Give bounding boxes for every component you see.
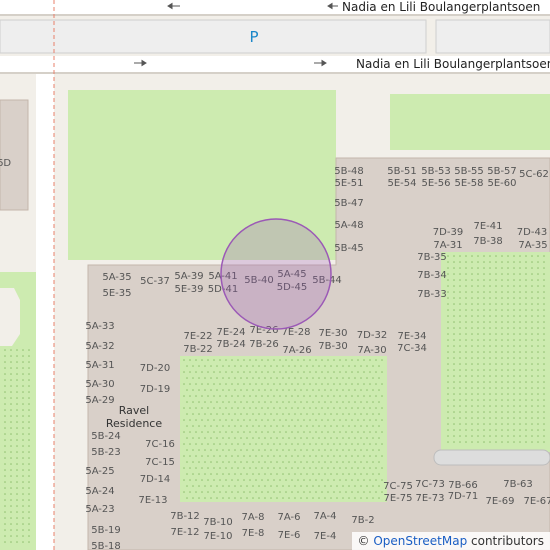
house-number-label: 7D-14 <box>140 474 170 485</box>
house-number-label: 7E-75 <box>383 493 412 504</box>
house-number-label: 7E-73 <box>415 493 444 504</box>
house-number-label: 5A-31 <box>85 360 114 371</box>
house-number-label: 7D-20 <box>140 363 170 374</box>
osm-link[interactable]: OpenStreetMap <box>373 534 467 548</box>
house-number-label: 5A-30 <box>85 379 114 390</box>
house-number-label: 5B-18 <box>91 541 121 550</box>
house-number-label: 7E-10 <box>203 531 232 542</box>
house-number-label: 7E-67 <box>523 496 550 507</box>
house-number-label: 7A-31 <box>433 240 462 251</box>
footpath <box>433 449 550 466</box>
house-number-label: 7B-34 <box>417 270 447 281</box>
house-number-label: 7B-26 <box>249 339 279 350</box>
parking-area <box>0 19 427 54</box>
house-number-label: 7E-30 <box>318 328 347 339</box>
house-number-label: 7D-43 <box>517 227 547 238</box>
house-number-label: 7B-38 <box>473 236 503 247</box>
house-number-label: 5A-32 <box>85 341 114 352</box>
house-number-label: 7E-13 <box>138 495 167 506</box>
house-number-label: 5E-54 <box>387 178 416 189</box>
house-number-label: 5E-51 <box>334 178 363 189</box>
house-number-label: 7C-75 <box>383 481 413 492</box>
house-number-label: 5A-23 <box>85 504 114 515</box>
house-number-label: 5A-29 <box>85 395 114 406</box>
house-number-label: 5A-35 <box>102 272 131 283</box>
house-number-label: 7D-71 <box>448 491 478 502</box>
place-label-ravel: Ravel <box>119 404 149 417</box>
attribution-suffix: contributors <box>471 534 544 548</box>
house-number-label: 7A-8 <box>242 512 265 523</box>
house-number-label: 5B-51 <box>387 166 417 177</box>
house-number-label: 5A-48 <box>334 220 363 231</box>
house-number-label: 7B-22 <box>183 344 213 355</box>
house-number-label: 7D-19 <box>140 384 170 395</box>
house-number-label: 7C-73 <box>415 479 445 490</box>
house-number-label: 5A-33 <box>85 321 114 332</box>
street-label-bottom: Nadia en Lili Boulangerplantsoen <box>356 57 550 71</box>
house-number-label: 7B-2 <box>351 515 374 526</box>
house-number-label: 5B-48 <box>334 166 364 177</box>
house-number-label: 7E-22 <box>183 331 212 342</box>
house-number-label: 7E-24 <box>216 327 245 338</box>
house-number-label: 7B-33 <box>417 289 447 300</box>
house-number-label: 7A-30 <box>357 345 386 356</box>
house-number-label: 7E-8 <box>242 528 265 539</box>
house-number-label: 5E-39 <box>174 284 203 295</box>
house-number-label: 7E-4 <box>314 531 337 542</box>
lawn-top-right <box>390 94 550 150</box>
house-number-label: 5E-60 <box>487 178 516 189</box>
house-number-label: 7B-63 <box>503 479 533 490</box>
house-number-label: 7E-6 <box>278 530 301 541</box>
house-number-label: 7A-35 <box>518 240 547 251</box>
house-number-label: 7A-6 <box>278 512 301 523</box>
map-attribution: © OpenStreetMap contributors <box>351 532 550 550</box>
place-label-residence: Residence <box>106 417 162 430</box>
house-number-label: 7E-12 <box>170 527 199 538</box>
house-number-label: 7B-12 <box>170 511 200 522</box>
house-number-label: 7C-34 <box>397 343 427 354</box>
house-number-label: 5B-55 <box>454 166 484 177</box>
house-number-label: 5B-24 <box>91 431 121 442</box>
map-canvas[interactable]: Nadia en Lili Boulangerplantsoen Nadia e… <box>0 0 550 550</box>
house-number-label: 5B-23 <box>91 447 121 458</box>
house-number-label: 5A-25 <box>85 466 114 477</box>
house-number-label: 7B-66 <box>448 480 478 491</box>
house-number-label: 5B-45 <box>334 243 364 254</box>
house-number-label: 7E-34 <box>397 331 426 342</box>
parking-area-right <box>435 19 550 54</box>
house-number-label: 5B-53 <box>421 166 451 177</box>
copyright-symbol: © <box>357 534 370 548</box>
house-number-label: 7B-30 <box>318 341 348 352</box>
house-number-label: 5B-19 <box>91 525 121 536</box>
house-number-label: 7C-16 <box>145 439 175 450</box>
house-number-label: 5E-35 <box>102 288 131 299</box>
house-number-label: 5E-56 <box>421 178 450 189</box>
street-label-top: Nadia en Lili Boulangerplantsoen <box>342 0 540 14</box>
location-marker[interactable] <box>220 218 332 330</box>
house-number-label: 5E-58 <box>454 178 483 189</box>
house-number-label: 5A-24 <box>85 486 114 497</box>
house-number-label: 7D-39 <box>433 227 463 238</box>
house-number-label: 5C-37 <box>140 276 170 287</box>
house-number-label: 5B-47 <box>334 198 364 209</box>
house-number-label: 7C-15 <box>145 457 175 468</box>
house-number-label: 5B-57 <box>487 166 517 177</box>
house-number-label: 7A-26 <box>282 345 311 356</box>
house-number-label: 7A-4 <box>314 511 337 522</box>
house-number-label: 7D-32 <box>357 330 387 341</box>
house-number-label: 7B-24 <box>216 339 246 350</box>
house-number-label: 7B-35 <box>417 252 447 263</box>
parking-icon[interactable]: P <box>249 28 258 46</box>
house-number-label: 7B-10 <box>203 517 233 528</box>
house-number-label: 5A-39 <box>174 271 203 282</box>
house-number-label: 7E-41 <box>473 221 502 232</box>
building-label: 6D <box>0 158 11 169</box>
house-number-label: 7E-69 <box>485 496 514 507</box>
footway <box>36 74 54 550</box>
house-number-label: 5C-62 <box>519 169 549 180</box>
left-building <box>0 99 29 211</box>
